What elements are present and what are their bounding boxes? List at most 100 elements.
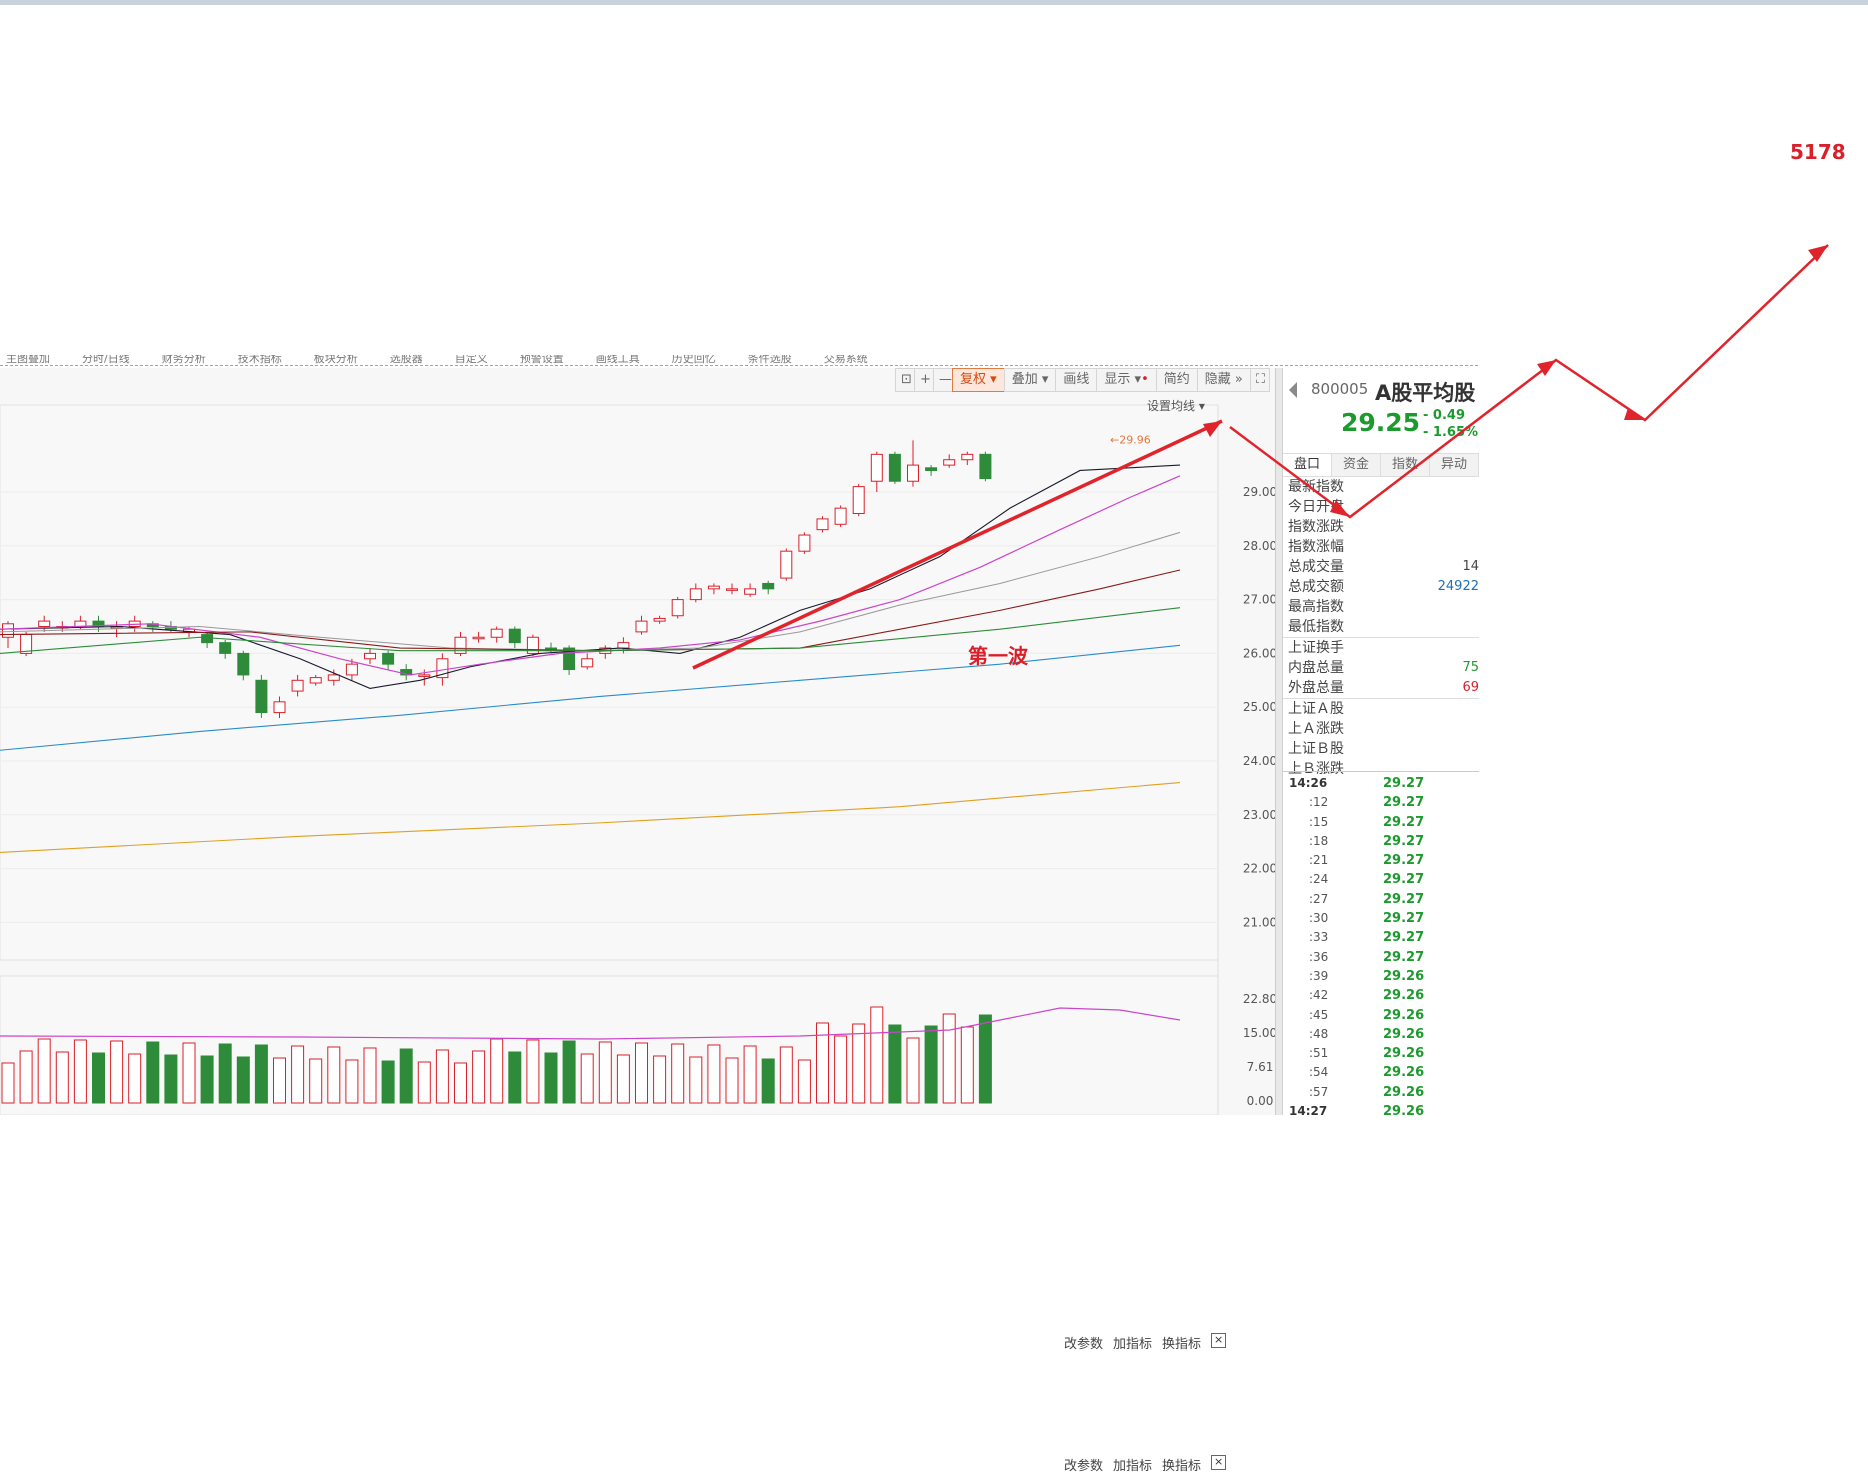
volume-bar-down [236,1056,250,1104]
menu-item-1[interactable]: 分时/日线 [82,355,130,365]
tick-price: 29.27 [1383,911,1425,927]
menu-item-7[interactable]: 预警设置 [520,355,564,365]
info-label: 内盘总量 [1288,660,1344,676]
switch-indicator-button-2[interactable]: 换指标 [1162,1455,1201,1474]
tick-price: 29.26 [1383,1046,1425,1062]
tick-row: :45 29.26 [1283,1006,1479,1025]
volume-bar-up [128,1053,142,1104]
candle-up [364,652,376,660]
fuquan-dropdown[interactable]: 复权 ▾ [952,368,1005,392]
tick-time: :36 [1309,949,1329,964]
volume-bar-down [978,1014,992,1104]
volume-bar-up [55,1051,69,1104]
candle-up [816,518,829,531]
quote-info-list: 最新指数 今日开盘 指数涨跌 指数涨幅 总成交量 14 总成交额 24922 最高指数 最低指数上… [1283,477,1479,779]
info-row: 指数涨幅 [1283,537,1479,557]
candle-up [617,642,630,649]
menu-item-0[interactable]: 主图叠加 [6,355,50,365]
candle-down [255,679,268,714]
set-ma-dropdown[interactable]: 设置均线 ▾ [1147,397,1205,414]
info-label: 指数涨跌 [1288,519,1344,535]
tab-yidong[interactable]: 异动 [1430,454,1479,476]
tab-zhishu[interactable]: 指数 [1381,454,1430,476]
volume-bar-up [870,1006,884,1104]
volume-bar-up [797,1059,811,1104]
tick-time: :15 [1309,814,1329,829]
close-icon-2[interactable]: × [1211,1455,1227,1470]
hide-button[interactable]: 隐藏 » [1196,368,1251,392]
menu-item-8[interactable]: 画线工具 [596,355,640,365]
edit-params-button[interactable]: 改参数 [1064,1333,1103,1352]
fullscreen-icon[interactable]: ⛶ [1249,368,1270,392]
volume-bar-up [743,1045,757,1104]
volume-bar-up [598,1041,612,1104]
draw-line-button[interactable]: 画线 [1055,368,1098,392]
tick-row: 14:26 29.27 [1283,774,1479,793]
price-change-pct: - 1.65% [1423,425,1479,440]
candle-down [508,628,521,644]
info-row: 最低指数 [1283,617,1479,637]
menu-item-4[interactable]: 板块分析 [314,355,358,365]
candle-up [961,453,974,461]
tick-price: 29.26 [1383,1084,1425,1100]
menu-item-10[interactable]: 条件选股 [748,355,792,365]
info-row: 外盘总量 69 [1283,678,1479,698]
menu-item-6[interactable]: 自定义 [455,355,488,365]
volume-bar-down [254,1044,268,1104]
price-axis-label: 25.00 [1243,700,1275,714]
volume-bar-up [526,1039,540,1104]
chart-control-bar: ⊡ + — 复权 ▾ 叠加 ▾ 画线 显示 ▾• 简约 隐藏 » ⛶ [895,368,1270,392]
overlay-dropdown[interactable]: 叠加 ▾ [1003,368,1057,392]
tick-price: 29.27 [1383,930,1425,946]
zoom-in-icon[interactable]: + [914,368,934,392]
tick-time: :21 [1309,853,1329,868]
close-icon[interactable]: × [1211,1333,1227,1348]
info-row: 最高指数 [1283,597,1479,617]
lock-icon[interactable]: ⊡ [895,368,915,392]
display-label: 显示 [1104,372,1131,387]
tick-price: 29.27 [1383,833,1425,849]
top-menu-strip: 主图叠加 分时/日线 财务分析 技术指标 板块分析 选股器 自定义 预警设置 画线工具 历史回忆 条… [0,355,1478,366]
candle-up [870,453,883,482]
menu-item-2[interactable]: 财务分析 [162,355,206,365]
simple-mode-button[interactable]: 简约 [1155,368,1198,392]
volume-bar-up [182,1042,196,1104]
tab-pankou[interactable]: 盘口 [1283,454,1332,476]
volume-bar-up [960,1026,974,1104]
candle-up [581,658,594,668]
tick-price: 29.27 [1383,949,1425,965]
volume-bar-up [942,1013,956,1104]
edit-params-button-2[interactable]: 改参数 [1064,1455,1103,1474]
volume-bar-up [490,1038,504,1104]
add-indicator-button[interactable]: 加指标 [1113,1333,1152,1352]
tick-list[interactable]: 14:26 29.27:12 29.27:15 29.27:18 29.27:21 29.… [1283,771,1479,1115]
zoom-out-icon[interactable]: — [933,368,953,392]
info-label: 上证换手 [1288,640,1344,656]
info-row: 总成交量 14 [1283,557,1479,577]
candle-up [309,677,322,684]
candle-up [671,599,684,617]
tick-price: 29.27 [1383,776,1425,791]
menu-item-11[interactable]: 交易系统 [824,355,868,365]
arrowhead-4 [1624,408,1645,420]
switch-indicator-button[interactable]: 换指标 [1162,1333,1201,1352]
candle-up [38,620,51,627]
kline-chart-area[interactable]: 29.00 28.00 27.00 26.00 25.00 24.00 23.00 22.00… [0,368,1277,1116]
candle-up [472,636,485,640]
display-dropdown[interactable]: 显示 ▾• [1096,368,1157,392]
menu-item-5[interactable]: 选股器 [390,355,423,365]
volume-axis-label: 15.00 [1243,1026,1275,1040]
candle-up [689,588,702,601]
back-arrow-icon[interactable] [1289,382,1297,398]
menu-item-3[interactable]: 技术指标 [238,355,282,365]
volume-bar-up [37,1038,51,1104]
info-row: 今日开盘 [1283,497,1479,517]
volume-bar-down [562,1040,576,1104]
candle-up [490,628,503,638]
tab-zijin[interactable]: 资金 [1332,454,1381,476]
info-label: 今日开盘 [1288,499,1344,515]
add-indicator-button-2[interactable]: 加指标 [1113,1455,1152,1474]
candle-up [852,486,865,515]
tick-row: :15 29.27 [1283,813,1479,832]
menu-item-9[interactable]: 历史回忆 [672,355,716,365]
